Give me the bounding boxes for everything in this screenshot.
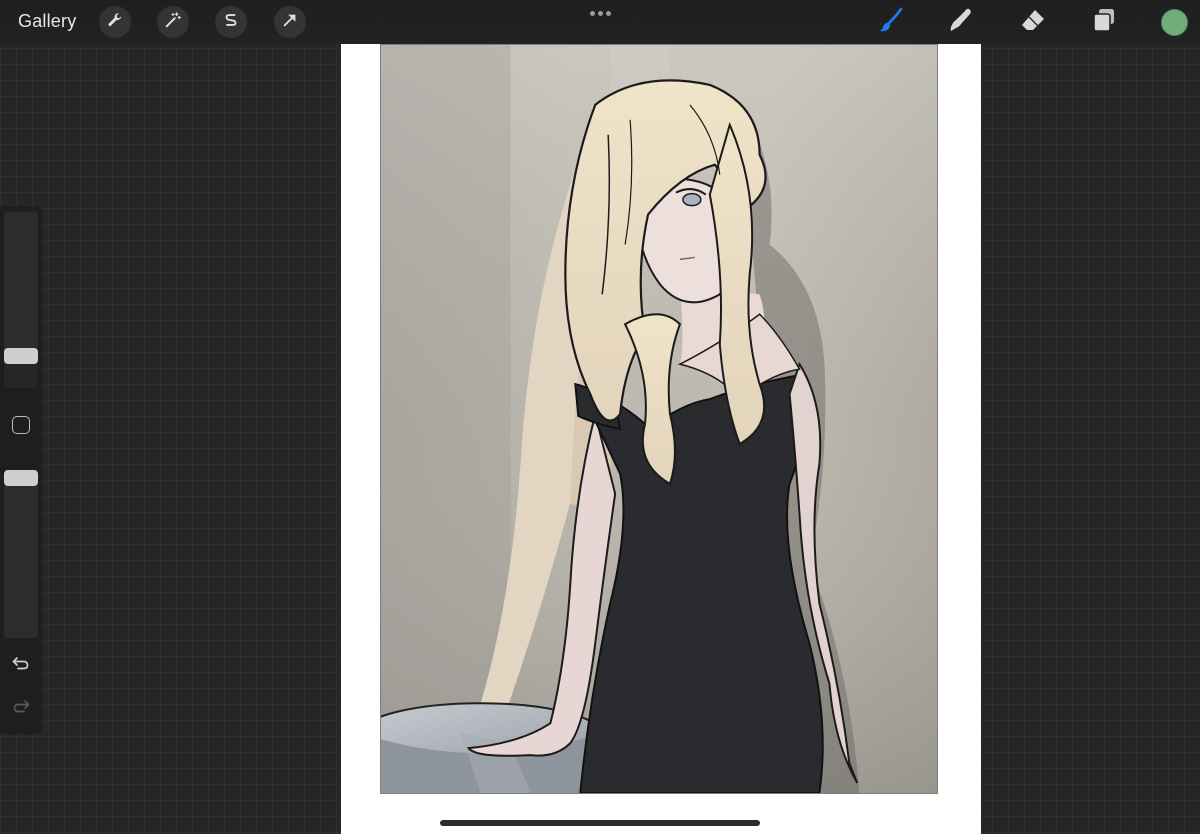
square-modify-icon[interactable] bbox=[12, 416, 30, 434]
layers-icon bbox=[1090, 6, 1118, 39]
brush-size-slider[interactable] bbox=[4, 212, 38, 388]
top-toolbar: Gallery bbox=[0, 0, 1200, 44]
drawing-canvas[interactable] bbox=[341, 44, 981, 834]
transform-button[interactable] bbox=[274, 6, 306, 38]
magic-wand-icon bbox=[164, 11, 182, 34]
eraser-tool-button[interactable] bbox=[1017, 6, 1049, 38]
selection-button[interactable] bbox=[215, 6, 247, 38]
actions-button[interactable] bbox=[99, 6, 131, 38]
redo-button[interactable] bbox=[9, 696, 33, 720]
smudge-finger-icon bbox=[947, 6, 975, 39]
undo-icon bbox=[11, 653, 31, 678]
illustration-artwork bbox=[381, 45, 937, 793]
left-sidebar bbox=[0, 206, 42, 734]
undo-button[interactable] bbox=[9, 653, 33, 677]
eraser-icon bbox=[1019, 6, 1047, 39]
selection-s-icon bbox=[222, 11, 240, 34]
brush-icon bbox=[877, 6, 905, 39]
brush-opacity-slider[interactable] bbox=[4, 470, 38, 638]
brush-size-thumb[interactable] bbox=[4, 348, 38, 364]
brush-tool-button[interactable] bbox=[875, 6, 907, 38]
wrench-icon bbox=[106, 11, 124, 34]
procreate-app: Gallery bbox=[0, 0, 1200, 834]
more-dots-icon[interactable] bbox=[584, 6, 616, 20]
color-picker-button[interactable] bbox=[1161, 9, 1188, 36]
brush-opacity-thumb[interactable] bbox=[4, 470, 38, 486]
gallery-button[interactable]: Gallery bbox=[18, 11, 76, 32]
layers-tool-button[interactable] bbox=[1088, 6, 1120, 38]
illustration-canvas[interactable] bbox=[380, 44, 938, 794]
arrow-cursor-icon bbox=[281, 11, 299, 34]
adjustments-button[interactable] bbox=[157, 6, 189, 38]
redo-icon bbox=[11, 696, 31, 721]
home-indicator[interactable] bbox=[440, 820, 760, 826]
smudge-tool-button[interactable] bbox=[945, 6, 977, 38]
